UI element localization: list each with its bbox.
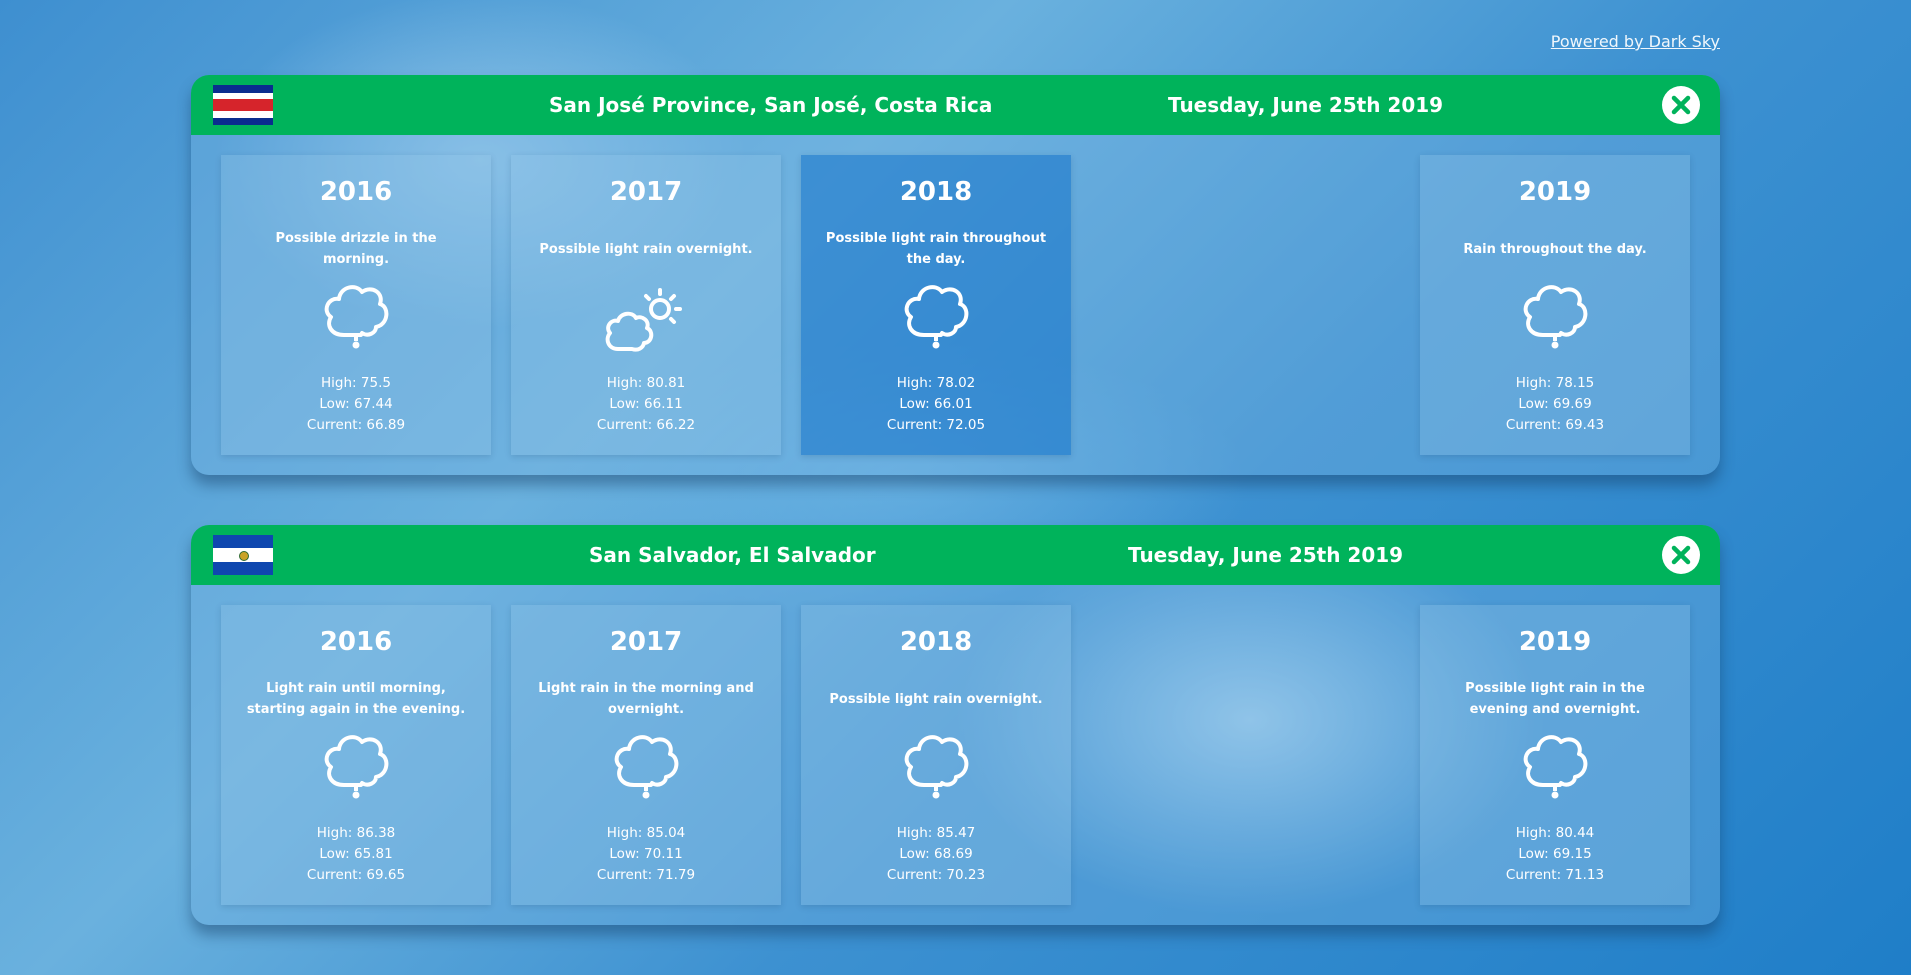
rain-cloud-icon [324, 735, 389, 799]
powered-by-link[interactable]: Powered by Dark Sky [1551, 32, 1720, 51]
year-card-2016: 2016 Possible drizzle in the morning. Hi… [221, 155, 491, 455]
current-temp: Current: 71.13 [1505, 867, 1605, 883]
current-temp: Current: 72.05 [886, 417, 986, 433]
high-temp: High: 80.44 [1515, 825, 1595, 841]
temperature-stats: High: 85.47 Low: 68.69 Current: 70.23 [801, 823, 1071, 886]
year-label: 2018 [899, 177, 973, 207]
low-temp: Low: 68.69 [899, 846, 973, 862]
year-card-2019: 2019 Possible light rain in the evening … [1420, 605, 1690, 905]
forecast-date: Tuesday, June 25th 2019 [1128, 543, 1404, 567]
year-label: 2017 [609, 177, 683, 207]
weather-summary: Light rain in the morning and overnight. [538, 681, 754, 717]
close-x-icon [1671, 545, 1691, 565]
low-temp: Low: 70.11 [609, 846, 683, 862]
year-label: 2019 [1518, 177, 1592, 207]
year-card-2017: 2017 Light rain in the morning and overn… [511, 605, 781, 905]
year-card-2017: 2017 Possible light rain overnight. High… [511, 155, 781, 455]
current-temp: Current: 71.79 [596, 867, 696, 883]
high-temp: High: 78.02 [896, 375, 976, 391]
temperature-stats: High: 85.04 Low: 70.11 Current: 71.79 [511, 823, 781, 886]
year-card-2018: 2018 Possible light rain overnight. High… [801, 605, 1071, 905]
weather-summary: Possible light rain overnight. [539, 241, 753, 257]
location-panel-header: San José Province, San José, Costa Rica … [191, 75, 1720, 135]
weather-summary: Possible drizzle in the morning. [275, 231, 437, 267]
temperature-stats: High: 80.81 Low: 66.11 Current: 66.22 [511, 373, 781, 436]
low-temp: Low: 66.11 [609, 396, 683, 412]
low-temp: Low: 69.69 [1518, 396, 1592, 412]
low-temp: Low: 67.44 [319, 396, 393, 412]
rain-cloud-icon [904, 285, 969, 349]
location-panel-header: San Salvador, El Salvador Tuesday, June … [191, 525, 1720, 585]
low-temp: Low: 65.81 [319, 846, 393, 862]
rain-cloud-icon [614, 735, 679, 799]
high-temp: High: 85.47 [896, 825, 976, 841]
year-card-2018: 2018 Possible light rain throughout the … [801, 155, 1071, 455]
forecast-date: Tuesday, June 25th 2019 [1168, 93, 1444, 117]
year-card-2019: 2019 Rain throughout the day. High: 78.1… [1420, 155, 1690, 455]
current-temp: Current: 69.65 [306, 867, 406, 883]
close-button[interactable] [1662, 536, 1700, 574]
current-temp: Current: 69.43 [1505, 417, 1605, 433]
rain-cloud-icon [1523, 735, 1588, 799]
year-card-2016: 2016 Light rain until morning, starting … [221, 605, 491, 905]
weather-summary: Possible light rain in the evening and o… [1465, 681, 1645, 717]
year-label: 2019 [1518, 627, 1592, 657]
high-temp: High: 85.04 [606, 825, 686, 841]
high-temp: High: 78.15 [1515, 375, 1595, 391]
weather-summary: Light rain until morning, starting again… [246, 681, 466, 717]
close-x-icon [1671, 95, 1691, 115]
temperature-stats: High: 80.44 Low: 69.15 Current: 71.13 [1420, 823, 1690, 886]
location-panel-costa-rica: San José Province, San José, Costa Rica … [191, 75, 1720, 475]
high-temp: High: 80.81 [606, 375, 686, 391]
drizzle-icon [324, 285, 389, 349]
current-temp: Current: 70.23 [886, 867, 986, 883]
current-temp: Current: 66.22 [596, 417, 696, 433]
low-temp: Low: 66.01 [899, 396, 973, 412]
current-temp: Current: 66.89 [306, 417, 406, 433]
location-name: San Salvador, El Salvador [589, 543, 876, 567]
year-label: 2018 [899, 627, 973, 657]
high-temp: High: 75.5 [321, 375, 391, 391]
temperature-stats: High: 78.02 Low: 66.01 Current: 72.05 [801, 373, 1071, 436]
weather-summary: Possible light rain throughout the day. [825, 231, 1047, 267]
low-temp: Low: 69.15 [1518, 846, 1592, 862]
partly-cloudy-day-icon [605, 288, 682, 352]
year-label: 2016 [319, 627, 393, 657]
weather-summary: Rain throughout the day. [1463, 241, 1647, 257]
year-label: 2016 [319, 177, 393, 207]
rain-cloud-icon [1523, 285, 1588, 349]
weather-summary: Possible light rain overnight. [829, 691, 1043, 707]
temperature-stats: High: 75.5 Low: 67.44 Current: 66.89 [221, 373, 491, 436]
year-label: 2017 [609, 627, 683, 657]
high-temp: High: 86.38 [316, 825, 396, 841]
close-button[interactable] [1662, 86, 1700, 124]
location-panel-el-salvador: San Salvador, El Salvador Tuesday, June … [191, 525, 1720, 925]
costa-rica-flag-icon [213, 85, 273, 125]
el-salvador-flag-icon [213, 535, 273, 575]
temperature-stats: High: 78.15 Low: 69.69 Current: 69.43 [1420, 373, 1690, 436]
temperature-stats: High: 86.38 Low: 65.81 Current: 69.65 [221, 823, 491, 886]
location-name: San José Province, San José, Costa Rica [549, 93, 993, 117]
rain-cloud-icon [904, 735, 969, 799]
